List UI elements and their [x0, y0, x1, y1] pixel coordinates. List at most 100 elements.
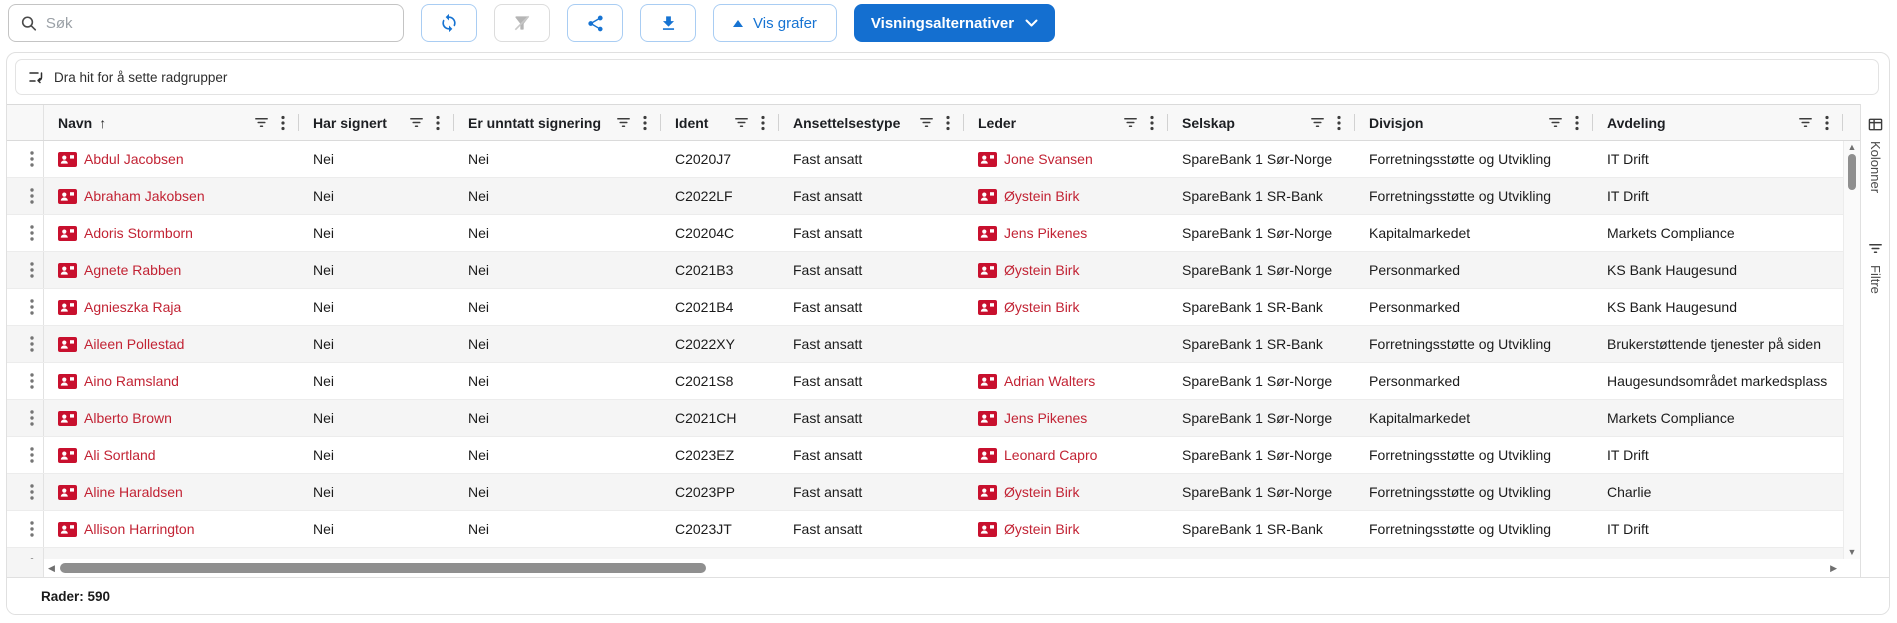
row-menu-button[interactable]	[7, 474, 44, 510]
filter-lines-icon[interactable]	[616, 115, 631, 130]
table-row[interactable]: Abraham Jakobsen Nei Nei C2022LF Fast an…	[7, 178, 1843, 215]
person-link[interactable]: Agnete Rabben	[84, 262, 181, 278]
person-link[interactable]: Agnieszka Raja	[84, 299, 181, 315]
scroll-left-arrow-icon[interactable]: ◀	[48, 559, 55, 577]
clear-filter-button[interactable]	[494, 4, 550, 42]
table-row[interactable]: Allison Harrington Nei Nei C2023JT Fast …	[7, 511, 1843, 548]
horizontal-scrollbar[interactable]: ◀ ▶	[44, 559, 1843, 577]
leader-link[interactable]: Jens Pikenes	[1004, 410, 1087, 426]
person-link[interactable]: Adoris Stormborn	[84, 225, 193, 241]
sort-asc-icon[interactable]: ↑	[99, 115, 106, 131]
table-row[interactable]: Aline Haraldsen Nei Nei C2023PP Fast ans…	[7, 474, 1843, 511]
leader-link[interactable]: Øystein Birk	[1004, 262, 1079, 278]
person-link[interactable]: Aline Haraldsen	[84, 484, 183, 500]
scroll-up-arrow-icon[interactable]: ▲	[1844, 141, 1860, 153]
vertical-scroll-thumb[interactable]	[1848, 154, 1856, 190]
cell-navn: Adoris Stormborn	[44, 215, 299, 251]
column-header-selskap[interactable]: Selskap	[1168, 105, 1355, 140]
leader-link[interactable]: Øystein Birk	[1004, 188, 1079, 204]
column-menu-icon[interactable]	[1150, 115, 1154, 131]
table-row[interactable]: Agnete Rabben Nei Nei C2021B3 Fast ansat…	[7, 252, 1843, 289]
filter-lines-icon[interactable]	[254, 115, 269, 130]
filter-lines-icon[interactable]	[734, 115, 749, 130]
table-row[interactable]: Agnieszka Raja Nei Nei C2021B4 Fast ansa…	[7, 289, 1843, 326]
person-link[interactable]: Allison Harrington	[84, 521, 195, 537]
leader-link[interactable]: Jone Svansen	[1004, 151, 1093, 167]
row-menu-button[interactable]	[7, 363, 44, 399]
column-menu-icon[interactable]	[761, 115, 765, 131]
scroll-down-arrow-icon[interactable]: ▼	[1844, 545, 1860, 559]
filter-lines-icon[interactable]	[1798, 115, 1813, 130]
search-input[interactable]	[45, 14, 391, 32]
row-menu-button[interactable]	[7, 141, 44, 177]
leader-link[interactable]: Jens Pikenes	[1004, 225, 1087, 241]
filter-lines-icon[interactable]	[1123, 115, 1138, 130]
row-menu-button[interactable]	[7, 178, 44, 214]
table-row[interactable]: Abdul Jacobsen Nei Nei C2020J7 Fast ansa…	[7, 141, 1843, 178]
cell-ansettelsestype: Fast ansatt	[793, 299, 863, 315]
cell-avdeling: KS Bank Haugesund	[1607, 299, 1737, 315]
column-menu-icon[interactable]	[1825, 115, 1829, 131]
table-row[interactable]: Aileen Pollestad Nei Nei C2022XY Fast an…	[7, 326, 1843, 363]
column-label: Avdeling	[1607, 114, 1666, 131]
vis-grafer-button[interactable]: Vis grafer	[713, 4, 837, 42]
horizontal-scroll-thumb[interactable]	[60, 563, 706, 573]
table-row-partial[interactable]	[7, 548, 1843, 559]
table-row[interactable]: Ali Sortland Nei Nei C2023EZ Fast ansatt…	[7, 437, 1843, 474]
refresh-button[interactable]	[421, 4, 477, 42]
row-menu-button[interactable]	[7, 289, 44, 325]
leder-badge	[978, 484, 997, 500]
row-menu-button[interactable]	[7, 400, 44, 436]
share-button[interactable]	[567, 4, 623, 42]
column-header-har-signert[interactable]: Har signert	[299, 105, 454, 140]
sidebar-tab-filtre[interactable]: Filtre	[1868, 241, 1883, 294]
row-group-icon	[29, 72, 43, 84]
table-row[interactable]: Adoris Stormborn Nei Nei C20204C Fast an…	[7, 215, 1843, 252]
row-menu-button[interactable]	[7, 215, 44, 251]
filter-lines-icon[interactable]	[919, 115, 934, 130]
person-link[interactable]: Abdul Jacobsen	[84, 151, 184, 167]
filter-lines-icon[interactable]	[1310, 115, 1325, 130]
person-link[interactable]: Alberto Brown	[84, 410, 172, 426]
person-link[interactable]: Aileen Pollestad	[84, 336, 184, 352]
column-menu-icon[interactable]	[643, 115, 647, 131]
sidebar-tab-kolonner[interactable]: Kolonner	[1868, 117, 1883, 193]
column-menu-icon[interactable]	[436, 115, 440, 131]
person-link[interactable]: Abraham Jakobsen	[84, 188, 205, 204]
leader-link[interactable]: Adrian Walters	[1004, 373, 1095, 389]
column-header-ident[interactable]: Ident	[661, 105, 779, 140]
column-menu-icon[interactable]	[1337, 115, 1341, 131]
leader-link[interactable]: Øystein Birk	[1004, 299, 1079, 315]
column-header-navn[interactable]: Navn ↑	[44, 105, 299, 140]
person-link[interactable]: Aino Ramsland	[84, 373, 179, 389]
row-menu-button[interactable]	[7, 252, 44, 288]
row-menu-button[interactable]	[7, 548, 44, 559]
column-menu-icon[interactable]	[281, 115, 285, 131]
column-header-avdeling[interactable]: Avdeling	[1593, 105, 1843, 140]
visningsalternativer-button[interactable]: Visningsalternativer	[853, 4, 1056, 42]
column-header-ansettelsestype[interactable]: Ansettelsestype	[779, 105, 964, 140]
leader-link[interactable]: Leonard Capro	[1004, 447, 1097, 463]
column-menu-icon[interactable]	[946, 115, 950, 131]
column-menu-icon[interactable]	[1575, 115, 1579, 131]
filter-lines-icon[interactable]	[409, 115, 424, 130]
table-row[interactable]: Alberto Brown Nei Nei C2021CH Fast ansat…	[7, 400, 1843, 437]
filter-lines-icon[interactable]	[1548, 115, 1563, 130]
row-group-dropzone[interactable]: Dra hit for å sette radgrupper	[15, 59, 1879, 95]
column-header-divisjon[interactable]: Divisjon	[1355, 105, 1593, 140]
row-menu-button[interactable]	[7, 437, 44, 473]
column-header-leder[interactable]: Leder	[964, 105, 1168, 140]
leader-link[interactable]: Øystein Birk	[1004, 521, 1079, 537]
scroll-right-arrow-icon[interactable]: ▶	[1830, 559, 1837, 577]
search-box[interactable]	[8, 4, 404, 42]
row-menu-button[interactable]	[7, 511, 44, 547]
row-menu-icon	[30, 188, 34, 204]
download-button[interactable]	[640, 4, 696, 42]
leader-link[interactable]: Øystein Birk	[1004, 484, 1079, 500]
row-menu-icon	[30, 373, 34, 389]
person-link[interactable]: Ali Sortland	[84, 447, 156, 463]
table-row[interactable]: Aino Ramsland Nei Nei C2021S8 Fast ansat…	[7, 363, 1843, 400]
row-menu-button[interactable]	[7, 326, 44, 362]
column-header-er-unntatt-signering[interactable]: Er unntatt signering	[454, 105, 661, 140]
vertical-scrollbar[interactable]: ▲ ▼	[1843, 141, 1860, 559]
